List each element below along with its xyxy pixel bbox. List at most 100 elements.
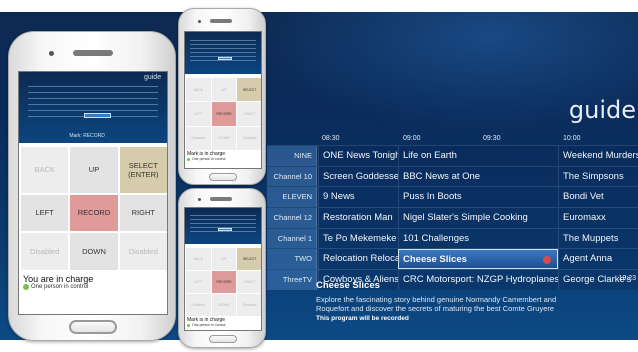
disabled-button[interactable]: Disabled bbox=[21, 233, 69, 270]
speaker-grille bbox=[210, 197, 232, 201]
mark-record-label: Mark: RECORD bbox=[69, 133, 105, 139]
up-button[interactable]: UP bbox=[211, 248, 237, 270]
home-button[interactable] bbox=[209, 335, 237, 343]
right-button[interactable]: RIGHT bbox=[119, 194, 167, 232]
record-button[interactable]: RECORD bbox=[211, 271, 237, 293]
program-grid: NINE ONE News Tonight Life on Earth Weekend… bbox=[267, 145, 638, 290]
guide-row: ELEVEN 9 News Puss In Boots Bondi Vet bbox=[267, 186, 638, 208]
speaker-grille bbox=[73, 50, 113, 56]
guide-row: Channel 10 Screen Goddesses BBC News at On… bbox=[267, 165, 638, 187]
program-title: Restoration Man bbox=[323, 212, 393, 224]
clock: 19:23 bbox=[618, 275, 636, 282]
up-button[interactable]: UP bbox=[70, 147, 118, 193]
channel-label[interactable]: Channel 1 bbox=[267, 228, 317, 249]
control-status: Mark is in charge One person in control bbox=[187, 317, 225, 327]
program-title: ONE News Tonight bbox=[323, 150, 398, 161]
program-cell[interactable]: Restoration Man bbox=[318, 208, 398, 228]
record-button[interactable]: RECORD bbox=[70, 194, 118, 232]
phone-screen: BACK UP SELECT LEFT RECORD RIGHT Disabled DOWN D… bbox=[184, 207, 262, 331]
guide-thumbnail bbox=[185, 208, 261, 244]
phone-screen: guide Mark: RECORD BACK UP SELECT (ENTER) L… bbox=[18, 71, 168, 315]
program-cell[interactable]: Euromaxx bbox=[558, 208, 638, 228]
channel-label[interactable]: Channel 10 bbox=[267, 166, 317, 187]
channel-label[interactable]: ThreeTV bbox=[267, 270, 317, 290]
status-dot-icon bbox=[23, 284, 29, 290]
guide-thumbnail-label: guide bbox=[143, 74, 162, 81]
program-cell[interactable]: Puss In Boots bbox=[398, 187, 558, 208]
guide-thumbnail: guide Mark: RECORD bbox=[19, 72, 167, 143]
program-title: Cheese Slices bbox=[403, 254, 467, 266]
program-cell[interactable]: Nigel Slater's Simple Cooking bbox=[398, 208, 558, 228]
left-button[interactable]: LEFT bbox=[186, 102, 211, 126]
program-title: BBC News at One bbox=[403, 170, 481, 182]
channel-label[interactable]: NINE bbox=[267, 146, 317, 166]
phone-remote-bottom: BACK UP SELECT LEFT RECORD RIGHT Disabled DOWN D… bbox=[178, 188, 266, 348]
select-button[interactable]: SELECT bbox=[237, 78, 261, 102]
up-button[interactable]: UP bbox=[211, 78, 237, 102]
home-button[interactable] bbox=[209, 173, 237, 181]
disabled-button[interactable]: Disabled bbox=[237, 294, 261, 316]
program-cell[interactable]: Te Po Mekemeke bbox=[318, 228, 398, 249]
time-label: 10:00 bbox=[563, 135, 581, 142]
channel-label[interactable]: TWO bbox=[267, 249, 317, 270]
program-cell[interactable]: Weekend Murders bbox=[558, 146, 638, 166]
control-status: You are in charge One person in control bbox=[23, 274, 93, 290]
speaker-grille bbox=[210, 19, 232, 23]
front-camera bbox=[198, 198, 201, 201]
status-dot-icon bbox=[187, 157, 190, 161]
select-button[interactable]: SELECT bbox=[237, 248, 261, 270]
back-button[interactable]: BACK bbox=[21, 147, 69, 193]
program-cell[interactable]: 101 Challenges bbox=[398, 228, 558, 249]
select-enter-button[interactable]: SELECT (ENTER) bbox=[119, 147, 167, 193]
home-button[interactable] bbox=[69, 320, 117, 334]
program-cell[interactable]: Screen Goddesses bbox=[318, 166, 398, 187]
guide-row: Channel 1 Te Po Mekemeke 101 Challenges The… bbox=[267, 227, 638, 249]
phone-remote-top: BACK UP SELECT LEFT RECORD RIGHT Disabled DOWN D… bbox=[178, 8, 266, 185]
disabled-button[interactable]: Disabled bbox=[186, 294, 211, 316]
right-button[interactable]: RIGHT bbox=[237, 271, 261, 293]
program-title: 101 Challenges bbox=[403, 232, 470, 244]
record-dot-icon bbox=[543, 256, 551, 265]
guide-row: Channel 12 Restoration Man Nigel Slater's … bbox=[267, 207, 638, 228]
program-cell[interactable]: ONE News Tonight bbox=[318, 146, 398, 166]
left-button[interactable]: LEFT bbox=[186, 271, 211, 293]
down-button[interactable]: DOWN bbox=[211, 294, 237, 316]
back-button[interactable]: BACK bbox=[186, 78, 211, 102]
program-cell[interactable]: Agent Anna bbox=[558, 249, 638, 270]
program-cell[interactable]: The Muppets bbox=[558, 228, 638, 249]
program-title: Nigel Slater's Simple Cooking bbox=[403, 212, 528, 224]
program-title: Life on Earth bbox=[403, 150, 457, 161]
front-camera bbox=[49, 51, 54, 56]
program-cell[interactable]: BBC News at One bbox=[398, 166, 558, 187]
program-title: Weekend Murders bbox=[563, 150, 638, 161]
time-label: 09:30 bbox=[483, 135, 501, 142]
right-button[interactable]: RIGHT bbox=[237, 102, 261, 126]
program-cell[interactable]: Bondi Vet bbox=[558, 187, 638, 208]
remote-button-pad: BACK UP SELECT LEFT RECORD RIGHT Disabled DOWN D… bbox=[186, 248, 261, 316]
program-title: Agent Anna bbox=[563, 253, 613, 265]
back-button[interactable]: BACK bbox=[186, 248, 211, 270]
program-cell[interactable]: Life on Earth bbox=[398, 146, 558, 166]
disabled-button[interactable]: Disabled bbox=[186, 126, 211, 150]
program-title: Relocation Relocation bbox=[323, 253, 398, 265]
program-cell[interactable]: 9 News bbox=[318, 187, 398, 208]
channel-label[interactable]: Channel 12 bbox=[267, 208, 317, 228]
program-cell[interactable]: The Simpsons bbox=[558, 166, 638, 187]
phone-remote-main: guide Mark: RECORD BACK UP SELECT (ENTER) L… bbox=[8, 31, 176, 341]
guide-row: NINE ONE News Tonight Life on Earth Weekend… bbox=[267, 145, 638, 166]
program-title: Screen Goddesses bbox=[323, 170, 398, 182]
down-button[interactable]: DOWN bbox=[70, 233, 118, 270]
channel-label[interactable]: ELEVEN bbox=[267, 187, 317, 208]
guide-title: guide bbox=[568, 96, 636, 124]
time-label: 09:00 bbox=[403, 135, 421, 142]
disabled-button[interactable]: Disabled bbox=[237, 126, 261, 150]
left-button[interactable]: LEFT bbox=[21, 194, 69, 232]
disabled-button[interactable]: Disabled bbox=[119, 233, 167, 270]
program-cell-selected[interactable]: Cheese Slices bbox=[398, 249, 558, 270]
down-button[interactable]: DOWN bbox=[211, 126, 237, 150]
guide-row: TWO Relocation Relocation Cheese Slices Age… bbox=[267, 248, 638, 270]
record-button[interactable]: RECORD bbox=[211, 102, 237, 126]
program-cell[interactable]: Relocation Relocation bbox=[318, 249, 398, 270]
control-text: One person in control bbox=[31, 284, 89, 290]
program-cell[interactable]: CRC Motorsport: NZGP Hydroplanes bbox=[398, 270, 558, 290]
